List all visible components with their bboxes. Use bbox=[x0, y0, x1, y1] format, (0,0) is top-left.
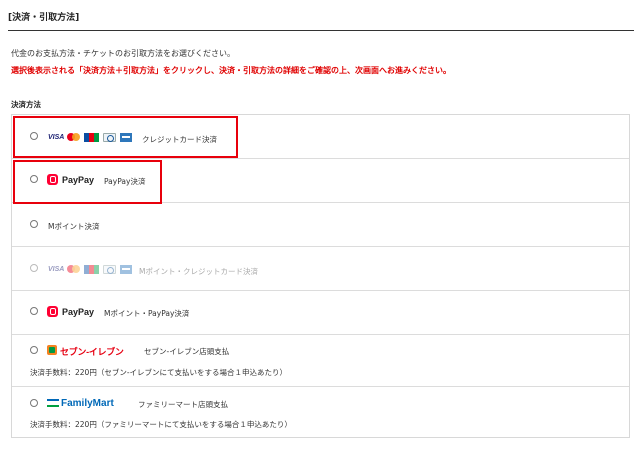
highlight-box-credit-card bbox=[13, 116, 238, 158]
option-label: セブン-イレブン店頭支払 bbox=[144, 347, 230, 356]
radio-m-point[interactable] bbox=[30, 220, 38, 228]
familymart-icon bbox=[47, 399, 59, 408]
jcb-icon bbox=[84, 265, 99, 274]
mastercard-icon bbox=[67, 265, 80, 274]
option-familymart[interactable]: FamilyMart ファミリーマート店頭支払 決済手数料：220円（ファミリー… bbox=[12, 387, 629, 437]
option-m-point-paypay[interactable]: PayPay Mポイント・PayPay決済 bbox=[12, 291, 629, 335]
familymart-logo-text: FamilyMart bbox=[61, 398, 114, 409]
fee-note: 決済手数料：220円（セブン-イレブンにて支払いをする場合１申込あたり） bbox=[30, 368, 288, 377]
section-title-rule bbox=[8, 30, 634, 31]
fee-note: 決済手数料：220円（ファミリーマートにて支払いをする場合１申込あたり） bbox=[30, 420, 292, 429]
radio-familymart[interactable] bbox=[30, 399, 38, 407]
payment-method-heading: 決済方法 bbox=[11, 100, 41, 109]
amex-icon bbox=[120, 265, 132, 274]
visa-logo: VISA bbox=[48, 266, 65, 273]
section-title: [決済・引取方法] bbox=[8, 13, 80, 23]
radio-m-point-credit-card[interactable] bbox=[30, 264, 38, 272]
option-label: ファミリーマート店頭支払 bbox=[138, 400, 228, 409]
option-m-point[interactable]: Mポイント決済 bbox=[12, 203, 629, 247]
highlight-box-paypay bbox=[13, 160, 162, 204]
radio-seven-eleven[interactable] bbox=[30, 346, 38, 354]
option-label: Mポイント・PayPay決済 bbox=[104, 309, 190, 318]
paypay-icon bbox=[47, 306, 58, 317]
radio-m-point-paypay[interactable] bbox=[30, 307, 38, 315]
intro-warning: 選択後表示される「決済方法＋引取方法」をクリックし、決済・引取方法の詳細をご確認… bbox=[11, 66, 451, 75]
paypay-logo-text: PayPay bbox=[62, 307, 95, 317]
option-m-point-credit-card[interactable]: VISA Mポイント・クレジットカード決済 bbox=[12, 247, 629, 291]
option-seven-eleven[interactable]: セブン-イレブン セブン-イレブン店頭支払 決済手数料：220円（セブン-イレブ… bbox=[12, 335, 629, 387]
intro-text: 代金のお支払方法・チケットのお引取方法をお選びください。 bbox=[11, 49, 235, 58]
seven-eleven-icon bbox=[47, 345, 57, 355]
option-label: Mポイント・クレジットカード決済 bbox=[139, 267, 258, 276]
diners-icon bbox=[103, 265, 116, 274]
seven-eleven-logo-text: セブン-イレブン bbox=[60, 347, 124, 357]
option-label: Mポイント決済 bbox=[48, 222, 100, 231]
